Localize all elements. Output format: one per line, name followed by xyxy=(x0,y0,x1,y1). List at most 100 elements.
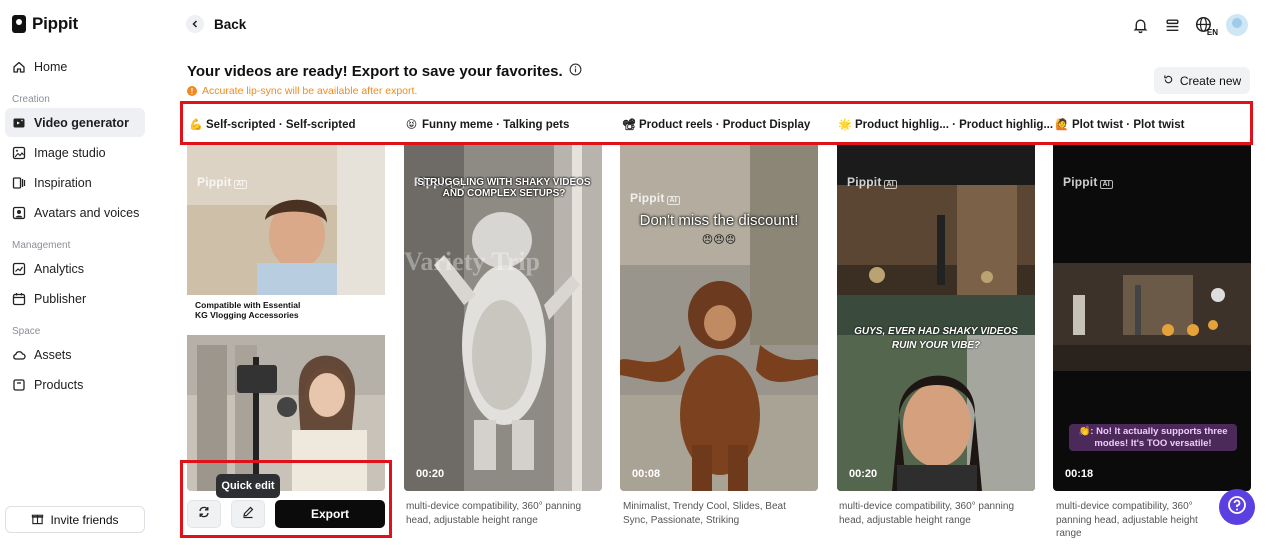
sidebar-item-assets[interactable]: Assets xyxy=(5,340,145,369)
category-label: Product highlig... · Product highlig... xyxy=(855,118,1054,131)
category-label: Funny meme · Talking pets xyxy=(422,118,570,131)
regenerate-button[interactable] xyxy=(187,500,221,528)
video-card[interactable]: Variety Trip Pippit AI STRUGGLING WITH SH… xyxy=(404,145,602,491)
quick-edit-button[interactable] xyxy=(231,500,265,528)
avatar-voice-icon xyxy=(12,206,26,220)
category-item[interactable]: 😝 Funny meme · Talking pets xyxy=(405,118,570,132)
video-caption: GUYS, EVER HAD SHAKY VIDEOS RUIN YOUR VI… xyxy=(854,326,1018,351)
pippit-watermark: Pippit AI xyxy=(197,175,247,189)
video-thumbnail: Compatible with Essential KG Vlogging Ac… xyxy=(187,145,385,491)
category-item[interactable]: 🌟 Product highlig... · Product highlig..… xyxy=(838,118,1054,132)
video-duration: 00:20 xyxy=(416,468,445,480)
video-card[interactable]: Pippit AI GUYS, EVER HAD SHAKY VIDEOS RUI… xyxy=(837,145,1035,491)
video-description: Minimalist, Trendy Cool, Slides, Beat Sy… xyxy=(623,501,786,526)
home-icon xyxy=(12,60,26,74)
quick-edit-tooltip: Quick edit xyxy=(216,474,280,498)
page-title-text: Your videos are ready! Export to save yo… xyxy=(187,63,563,80)
category-item[interactable]: 💪 Self-scripted · Self-scripted xyxy=(189,118,356,132)
sidebar-item-label: Home xyxy=(34,59,68,74)
video-duration: 00:20 xyxy=(849,468,878,480)
globe-language-icon[interactable]: EN xyxy=(1194,15,1218,37)
video-card[interactable]: Pippit AI Don't miss the discount! 😠😠😠 00… xyxy=(620,145,818,491)
inspiration-icon xyxy=(12,176,26,190)
video-caption: STRUGGLING WITH SHAKY VIDEOS AND COMPLEX… xyxy=(417,177,591,199)
sidebar-item-label: Inspiration xyxy=(34,175,92,190)
sidebar-item-home[interactable]: Home xyxy=(5,52,145,81)
header-actions: EN xyxy=(1130,14,1248,37)
sidebar-item-image-studio[interactable]: Image studio xyxy=(5,138,145,167)
category-emoji: 😝 xyxy=(405,119,418,131)
video-card[interactable]: Compatible with Essential KG Vlogging Ac… xyxy=(187,145,385,491)
bell-icon[interactable] xyxy=(1130,15,1150,35)
sidebar-item-products[interactable]: Products xyxy=(5,370,145,399)
sidebar-section-title: Space xyxy=(12,326,41,337)
logo[interactable]: Pippit xyxy=(12,14,78,34)
sidebar-item-label: Video generator xyxy=(34,115,129,130)
warning-text: Accurate lip-sync will be available afte… xyxy=(202,85,418,97)
sidebar-item-publisher[interactable]: Publisher xyxy=(5,284,145,313)
video-description: multi-device compatibility, 360° panning… xyxy=(839,501,1015,526)
back-button[interactable]: Back xyxy=(186,15,246,33)
invite-friends-button[interactable]: Invite friends xyxy=(5,506,145,533)
stack-icon[interactable] xyxy=(1162,15,1182,35)
sidebar-item-label: Publisher xyxy=(34,291,87,306)
category-label: Plot twist · Plot twist xyxy=(1072,118,1185,131)
video-caption: Don't miss the discount! xyxy=(639,212,799,229)
sidebar-item-avatars-and-voices[interactable]: Avatars and voices xyxy=(5,198,145,227)
image-studio-icon xyxy=(12,146,26,160)
svg-text:KG Vlogging Accessories: KG Vlogging Accessories xyxy=(195,310,299,320)
category-label: Self-scripted · Self-scripted xyxy=(206,118,356,131)
sidebar-item-analytics[interactable]: Analytics xyxy=(5,254,145,283)
language-code: EN xyxy=(1206,28,1218,37)
create-new-button[interactable]: Create new xyxy=(1154,67,1250,94)
warning-icon: ! xyxy=(187,86,197,96)
calendar-icon xyxy=(12,292,26,306)
pencil-icon xyxy=(241,505,255,524)
category-item[interactable]: 🙋 Plot twist · Plot twist xyxy=(1055,118,1185,132)
sidebar-section-title: Management xyxy=(12,240,71,251)
back-label: Back xyxy=(214,16,247,32)
pippit-logo-icon xyxy=(12,15,26,33)
cloud-icon xyxy=(12,348,26,362)
sidebar-item-label: Avatars and voices xyxy=(34,205,140,220)
app: Pippit Home Creation Video generator Ima… xyxy=(0,0,1280,549)
video-description: multi-device compatibility, 360° panning… xyxy=(1056,501,1198,539)
avatar[interactable] xyxy=(1226,14,1248,36)
category-emoji: 💪 xyxy=(189,119,203,131)
sidebar-item-label: Products xyxy=(34,377,84,392)
logo-text: Pippit xyxy=(32,14,79,33)
refresh-icon xyxy=(197,505,211,524)
video-duration: 00:08 xyxy=(632,468,661,480)
video-caption-emojis: 😠😠😠 xyxy=(701,234,737,246)
video-duration: 00:18 xyxy=(1065,468,1094,480)
category-emoji: 🙋 xyxy=(1055,119,1069,131)
category-row: 💪 Self-scripted · Self-scripted 😝 Funny … xyxy=(180,101,1253,145)
sidebar-item-video-generator[interactable]: Video generator xyxy=(5,108,145,137)
category-item[interactable]: 📽 Product reels · Product Display xyxy=(622,118,811,132)
sidebar-nav: Home Creation Video generator Image stud… xyxy=(5,52,145,400)
analytics-icon xyxy=(12,262,26,276)
video-description: multi-device compatibility, 360° panning… xyxy=(406,501,582,526)
video-caption: 👏: No! It actually supports three modes!… xyxy=(1069,424,1237,451)
category-label: Product reels · Product Display xyxy=(639,118,811,131)
page-title: Your videos are ready! Export to save yo… xyxy=(187,63,582,80)
sidebar-item-label: Analytics xyxy=(34,261,85,276)
sidebar-item-inspiration[interactable]: Inspiration xyxy=(5,168,145,197)
sidebar-item-label: Image studio xyxy=(34,145,106,160)
svg-text:Compatible with Essential: Compatible with Essential xyxy=(195,300,300,310)
help-button[interactable] xyxy=(1219,489,1255,525)
gift-icon xyxy=(31,512,44,528)
video-card[interactable]: Pippit AI 👏: No! It actually supports thr… xyxy=(1053,145,1251,491)
sidebar: Pippit Home Creation Video generator Ima… xyxy=(0,0,158,549)
box-icon xyxy=(12,378,26,392)
category-emoji: 📽 xyxy=(622,119,636,131)
svg-text:Variety Trip: Variety Trip xyxy=(404,247,540,276)
create-new-label: Create new xyxy=(1179,73,1242,88)
sidebar-section-title: Creation xyxy=(12,94,50,105)
lip-sync-warning: ! Accurate lip-sync will be available af… xyxy=(187,85,417,97)
info-icon[interactable] xyxy=(569,63,582,80)
video-thumbnail xyxy=(837,145,1035,491)
pippit-watermark: Pippit AI xyxy=(1063,175,1113,189)
export-button[interactable]: Export xyxy=(275,500,385,528)
pippit-watermark: Pippit AI xyxy=(630,191,680,205)
